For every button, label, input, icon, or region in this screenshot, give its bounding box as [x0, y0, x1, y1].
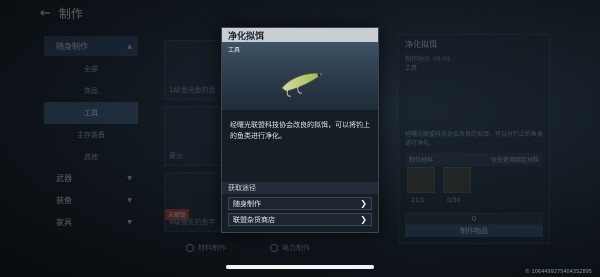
craft-button[interactable]: 制作物品 — [405, 225, 543, 237]
sidebar-item-all[interactable]: 全部 — [44, 58, 138, 80]
category-sidebar: 随身制作 ▲ 全部 饰品 工具 主存装备 其他 武器 ▼ 装备 ▼ 家具 ▼ — [44, 36, 138, 234]
chevron-right-icon: ❯ — [360, 215, 367, 224]
back-arrow-icon[interactable]: ← — [40, 6, 51, 21]
recipe-card-label: 4级渔光钓鱼竿 — [169, 218, 216, 226]
page-title: 制作 — [58, 6, 83, 21]
source-item-alliance-shop[interactable]: 联盟杂货商店 ❯ — [228, 213, 372, 226]
sidebar-group-furniture[interactable]: 家具 ▼ — [44, 212, 138, 232]
sidebar-group-portable[interactable]: 随身制作 ▲ — [44, 36, 138, 56]
popup-title: 净化拟饵 — [222, 28, 378, 42]
detail-title: 净化拟饵 — [405, 40, 437, 49]
recipe-card-label: 1级渔光鱼钓鱼 — [169, 86, 216, 94]
caret-down-icon: ▼ — [127, 174, 132, 182]
sidebar-group-equipment[interactable]: 装备 ▼ — [44, 190, 138, 210]
sidebar-item-main-equipment[interactable]: 主存装备 — [44, 124, 138, 146]
fishing-lure-icon — [281, 73, 323, 97]
detail-craft-time: 制作时间: 00:03 — [405, 56, 451, 63]
material-slot[interactable] — [407, 167, 435, 193]
source-section-title: 获取途径 — [222, 182, 378, 194]
caret-down-icon: ▼ — [127, 196, 132, 204]
craft-mode-power[interactable]: 电力制作 — [270, 243, 310, 253]
craft-mode-material[interactable]: 材料制作 — [186, 243, 226, 253]
item-type-label: 工具 — [228, 47, 241, 54]
caret-up-icon: ▲ — [127, 42, 132, 50]
sidebar-item-other[interactable]: 其他 — [44, 146, 138, 168]
popup-description: 经曙光联盟科技协会改良的拟饵，可以将钓上的鱼类进行净化。 — [230, 121, 370, 140]
recipe-card-label: 黄火 — [169, 152, 183, 160]
material-count: 0/30 — [447, 197, 461, 204]
sidebar-group-label: 家具 — [56, 217, 72, 227]
materials-label: 制作材料 — [409, 157, 434, 164]
recipe-card[interactable]: 1级渔光鱼钓鱼 — [164, 40, 224, 100]
chevron-right-icon: ❯ — [360, 199, 367, 208]
materials-priority-toggle[interactable]: 优先使用绑定材料 — [491, 155, 539, 164]
quantity-stepper[interactable]: 0 — [405, 213, 543, 225]
recipe-card[interactable]: 未解锁 4级渔光钓鱼竿 — [164, 172, 224, 232]
detail-type: 工具 — [405, 65, 418, 72]
item-detail-panel: 净化拟饵 制作时间: 00:03 工具 经曙光联盟科技协会改良的拟饵，可以将钓上… — [398, 34, 550, 244]
sidebar-item-tools[interactable]: 工具 — [44, 102, 138, 124]
item-preview: 工具 — [222, 42, 378, 110]
top-bar: ← 制作 — [40, 4, 83, 22]
craft-mode-label: 电力制作 — [282, 244, 310, 252]
home-indicator[interactable] — [226, 265, 374, 269]
material-slot[interactable] — [443, 167, 471, 193]
materials-header: 制作材料 优先使用绑定材料 — [405, 153, 543, 166]
craft-mode-label: 材料制作 — [198, 244, 226, 252]
source-item-label: 联盟杂货商店 — [233, 215, 275, 224]
sidebar-item-accessories[interactable]: 饰品 — [44, 80, 138, 102]
source-item-portable-craft[interactable]: 随身制作 ❯ — [228, 197, 372, 210]
caret-down-icon: ▼ — [127, 218, 132, 226]
craft-mode-selector: 材料制作 电力制作 — [186, 243, 310, 253]
radio-icon — [186, 244, 194, 252]
sidebar-group-label: 武器 — [56, 173, 72, 183]
sidebar-group-weapons[interactable]: 武器 ▼ — [44, 168, 138, 188]
recipe-card[interactable]: 黄火 — [164, 106, 224, 166]
sidebar-group-label: 随身制作 — [56, 41, 88, 51]
sidebar-group-label: 装备 — [56, 195, 72, 205]
user-id-footer: © 10644992754043S2895 — [524, 269, 592, 275]
radio-icon — [270, 244, 278, 252]
item-source-popup: 净化拟饵 工具 经曙光联盟科技协会改良的拟饵，可以将钓上的鱼类进行净化。 获取途… — [221, 27, 379, 233]
recipe-list: 1级渔光鱼钓鱼 黄火 未解锁 4级渔光钓鱼竿 — [164, 40, 224, 238]
detail-description: 经曙光联盟科技协会改良的拟饵，可以将钓上的鱼类进行净化。 — [405, 131, 544, 147]
source-item-label: 随身制作 — [233, 199, 261, 208]
material-count: 21/1 — [411, 197, 425, 204]
